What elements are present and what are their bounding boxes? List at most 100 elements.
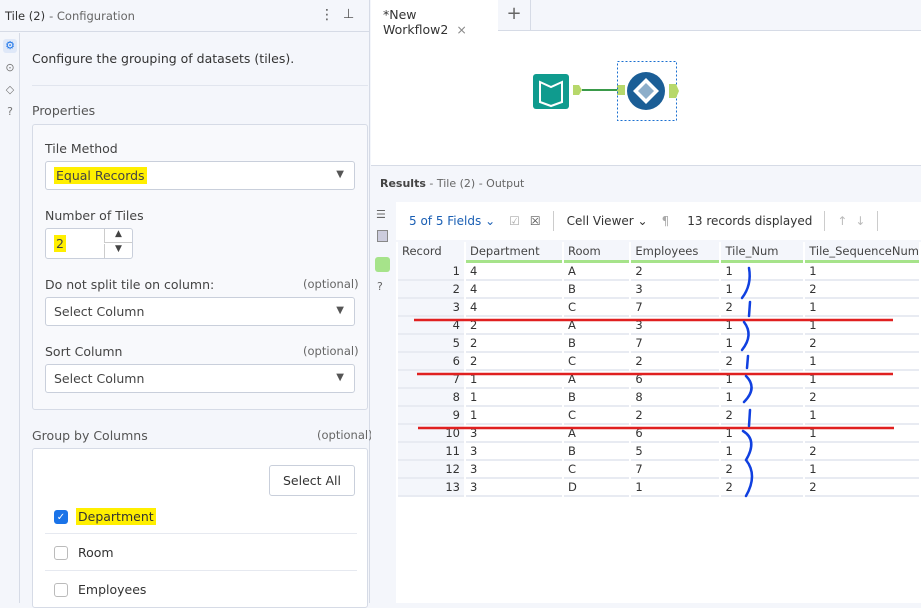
table-cell[interactable]: 2	[465, 353, 562, 371]
table-cell[interactable]: 4	[465, 299, 562, 317]
column-header[interactable]: Tile_SequenceNum	[805, 242, 919, 263]
table-cell[interactable]: A	[563, 317, 630, 335]
table-row[interactable]: 52B712	[398, 335, 919, 353]
table-cell[interactable]: 1	[721, 389, 804, 407]
table-cell[interactable]: 1	[721, 443, 804, 461]
table-row[interactable]: 42A311	[398, 317, 919, 335]
arrow-up-icon[interactable]: ↑	[837, 214, 847, 228]
table-cell[interactable]: 2	[805, 479, 919, 497]
table-cell[interactable]: 1	[398, 263, 464, 281]
table-row[interactable]: 91C221	[398, 407, 919, 425]
num-tiles-stepper[interactable]: 2 ▲ ▼	[45, 228, 133, 259]
table-cell[interactable]: 13	[398, 479, 464, 497]
decrement-icon[interactable]: ▼	[104, 244, 132, 258]
table-row[interactable]: 81B812	[398, 389, 919, 407]
table-cell[interactable]: 12	[398, 461, 464, 479]
table-cell[interactable]: 5	[398, 335, 464, 353]
table-cell[interactable]: C	[563, 353, 630, 371]
table-cell[interactable]: 1	[721, 317, 804, 335]
table-row[interactable]: 24B312	[398, 281, 919, 299]
table-row[interactable]: 34C721	[398, 299, 919, 317]
table-cell[interactable]: 3	[631, 317, 720, 335]
tile-method-select[interactable]: Equal Records ▼	[45, 161, 355, 190]
table-cell[interactable]: C	[563, 407, 630, 425]
data-view-icon[interactable]	[375, 257, 390, 272]
table-cell[interactable]: 3	[631, 281, 720, 299]
table-cell[interactable]: 1	[805, 317, 919, 335]
column-header[interactable]: Department	[465, 242, 562, 263]
checkbox-icon[interactable]	[54, 582, 68, 597]
tab-new-workflow2[interactable]: *New Workflow2 ×	[371, 0, 498, 37]
connection-icon[interactable]: ⊙	[3, 61, 17, 75]
table-cell[interactable]: 3	[465, 479, 562, 497]
table-cell[interactable]: 2	[721, 461, 804, 479]
table-cell[interactable]: 4	[465, 281, 562, 299]
arrow-down-icon[interactable]: ↓	[855, 214, 865, 228]
table-cell[interactable]: 7	[631, 461, 720, 479]
table-cell[interactable]: 1	[721, 281, 804, 299]
sort-column-select[interactable]: Select Column ▼	[45, 364, 355, 393]
table-cell[interactable]: 1	[805, 263, 919, 281]
table-cell[interactable]: 1	[465, 389, 562, 407]
checkbox-icon[interactable]	[54, 545, 68, 560]
table-cell[interactable]: 2	[631, 263, 720, 281]
table-cell[interactable]: 6	[631, 371, 720, 389]
table-cell[interactable]: 7	[398, 371, 464, 389]
table-cell[interactable]: 1	[805, 407, 919, 425]
table-row[interactable]: 14A211	[398, 263, 919, 281]
table-cell[interactable]: 3	[465, 461, 562, 479]
tag-icon[interactable]: ◇	[3, 83, 17, 97]
more-options-icon[interactable]: ⋮	[320, 7, 334, 23]
table-row[interactable]: 10 3 A 6 1 1	[398, 425, 919, 443]
list-icon[interactable]: ☰	[376, 208, 386, 221]
help-icon[interactable]: ?	[377, 280, 383, 293]
checkbox-checked-icon[interactable]: ✓	[54, 509, 68, 524]
table-cell[interactable]: 4	[398, 317, 464, 335]
gear-icon[interactable]: ⚙	[3, 39, 17, 53]
table-cell[interactable]: 1	[465, 371, 562, 389]
table-cell[interactable]: 2	[721, 407, 804, 425]
table-cell[interactable]: 6	[398, 353, 464, 371]
table-cell[interactable]: 11	[398, 443, 464, 461]
table-cell[interactable]: B	[563, 335, 630, 353]
group-column-room[interactable]: Room	[54, 545, 114, 560]
deselect-fields-icon[interactable]: ☒	[530, 214, 541, 228]
table-cell[interactable]: 2	[805, 281, 919, 299]
table-cell[interactable]: C	[563, 299, 630, 317]
table-cell[interactable]: 7	[631, 335, 720, 353]
pin-icon[interactable]: ⊥	[343, 7, 354, 22]
table-cell[interactable]: A	[563, 263, 630, 281]
table-cell[interactable]: 1	[721, 425, 804, 443]
table-cell[interactable]: 2	[631, 353, 720, 371]
table-cell[interactable]: 6	[631, 425, 720, 443]
table-cell[interactable]: A	[563, 425, 630, 443]
column-header[interactable]: Employees	[631, 242, 720, 263]
table-cell[interactable]: 8	[631, 389, 720, 407]
table-cell[interactable]: 2	[465, 335, 562, 353]
table-cell[interactable]: 7	[631, 299, 720, 317]
table-cell[interactable]: B	[563, 443, 630, 461]
table-cell[interactable]: 1	[721, 263, 804, 281]
table-cell[interactable]: 3	[465, 443, 562, 461]
cell-viewer-dropdown[interactable]: Cell Viewer ⌄	[567, 214, 648, 228]
table-cell[interactable]: 2	[805, 335, 919, 353]
select-fields-icon[interactable]: ☑	[509, 214, 520, 228]
table-row[interactable]: 62C221	[398, 353, 919, 371]
table-cell[interactable]: 2	[805, 389, 919, 407]
table-row[interactable]: 71A611	[398, 371, 919, 389]
table-cell[interactable]: D	[563, 479, 630, 497]
table-cell[interactable]: A	[563, 371, 630, 389]
results-grid[interactable]: Record Department Room Employees Tile_Num Til…	[396, 242, 921, 603]
column-header[interactable]: Room	[563, 242, 630, 263]
metadata-icon[interactable]	[377, 230, 388, 242]
table-cell[interactable]: 2	[805, 443, 919, 461]
table-cell[interactable]: 1	[805, 425, 919, 443]
column-header[interactable]: Record	[398, 242, 464, 263]
table-cell[interactable]: 1	[631, 479, 720, 497]
group-column-employees[interactable]: Employees	[54, 582, 146, 597]
increment-icon[interactable]: ▲	[104, 229, 132, 243]
fields-dropdown[interactable]: 5 of 5 Fields ⌄	[409, 214, 495, 228]
table-cell[interactable]: 3	[465, 425, 562, 443]
pilcrow-icon[interactable]: ¶	[662, 214, 670, 228]
table-cell[interactable]: 2	[465, 317, 562, 335]
